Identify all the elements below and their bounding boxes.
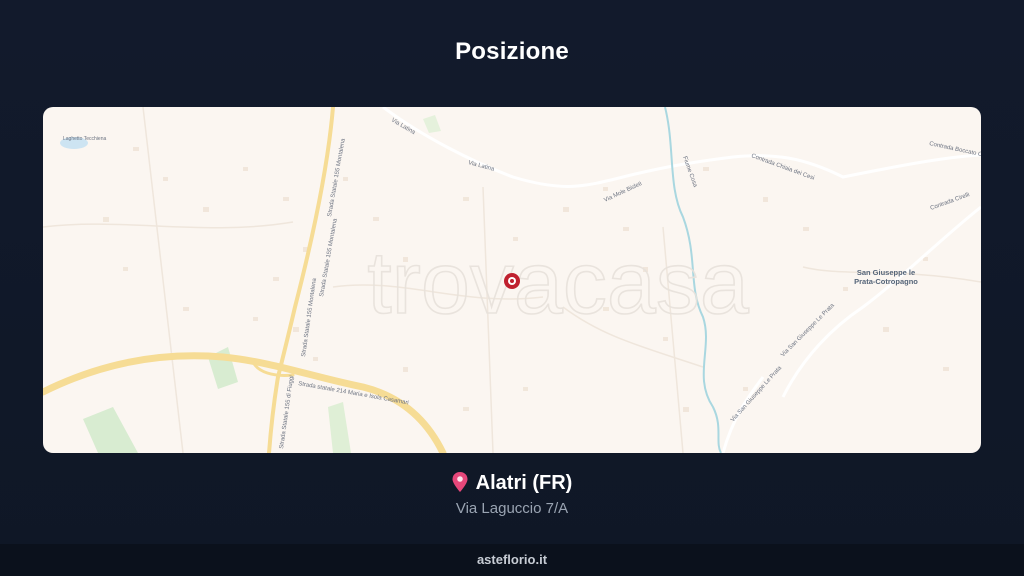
map-label: Via San Giuseppe Le Prata: [730, 365, 783, 423]
map-label: Contrada Cirelli: [930, 192, 971, 212]
footer: asteflorio.it: [0, 544, 1024, 576]
map-canvas: trovacasa Via Latina Via Latina Via Mole…: [43, 107, 981, 453]
map-label: Fiume Cosa: [681, 156, 698, 189]
footer-site-link[interactable]: asteflorio.it: [477, 552, 547, 567]
location-address: Via Laguccio 7/A: [455, 500, 569, 517]
green-area: [328, 402, 351, 453]
village-label: San Giuseppe le: [857, 268, 915, 277]
location-marker-icon[interactable]: [504, 273, 520, 289]
location-city: Alatri (FR): [475, 472, 573, 494]
map-label: Via Mole Bisleti: [603, 181, 643, 204]
map-label: Strada Statale 155 di Fiuggi: [279, 375, 295, 449]
map-pin-icon: [452, 472, 468, 498]
map-label: Laghetto Tecchiena: [63, 136, 106, 142]
map-label: Via Latina: [467, 160, 495, 173]
map-label: Strada Statale 155 Montalena: [319, 217, 339, 297]
map-watermark: trovacasa: [367, 233, 749, 332]
village-label: Prata-Cotropagno: [854, 277, 918, 286]
green-area: [83, 407, 138, 453]
map-label: Strada Statale 155 Montalena: [301, 277, 318, 357]
location-title: Alatri (FR): [0, 472, 1024, 498]
map-view[interactable]: trovacasa Via Latina Via Latina Via Mole…: [43, 107, 981, 453]
green-area: [423, 115, 441, 133]
map-label: Via San Giuseppe Le Prata: [780, 302, 836, 358]
page-title: Posizione: [455, 38, 569, 65]
